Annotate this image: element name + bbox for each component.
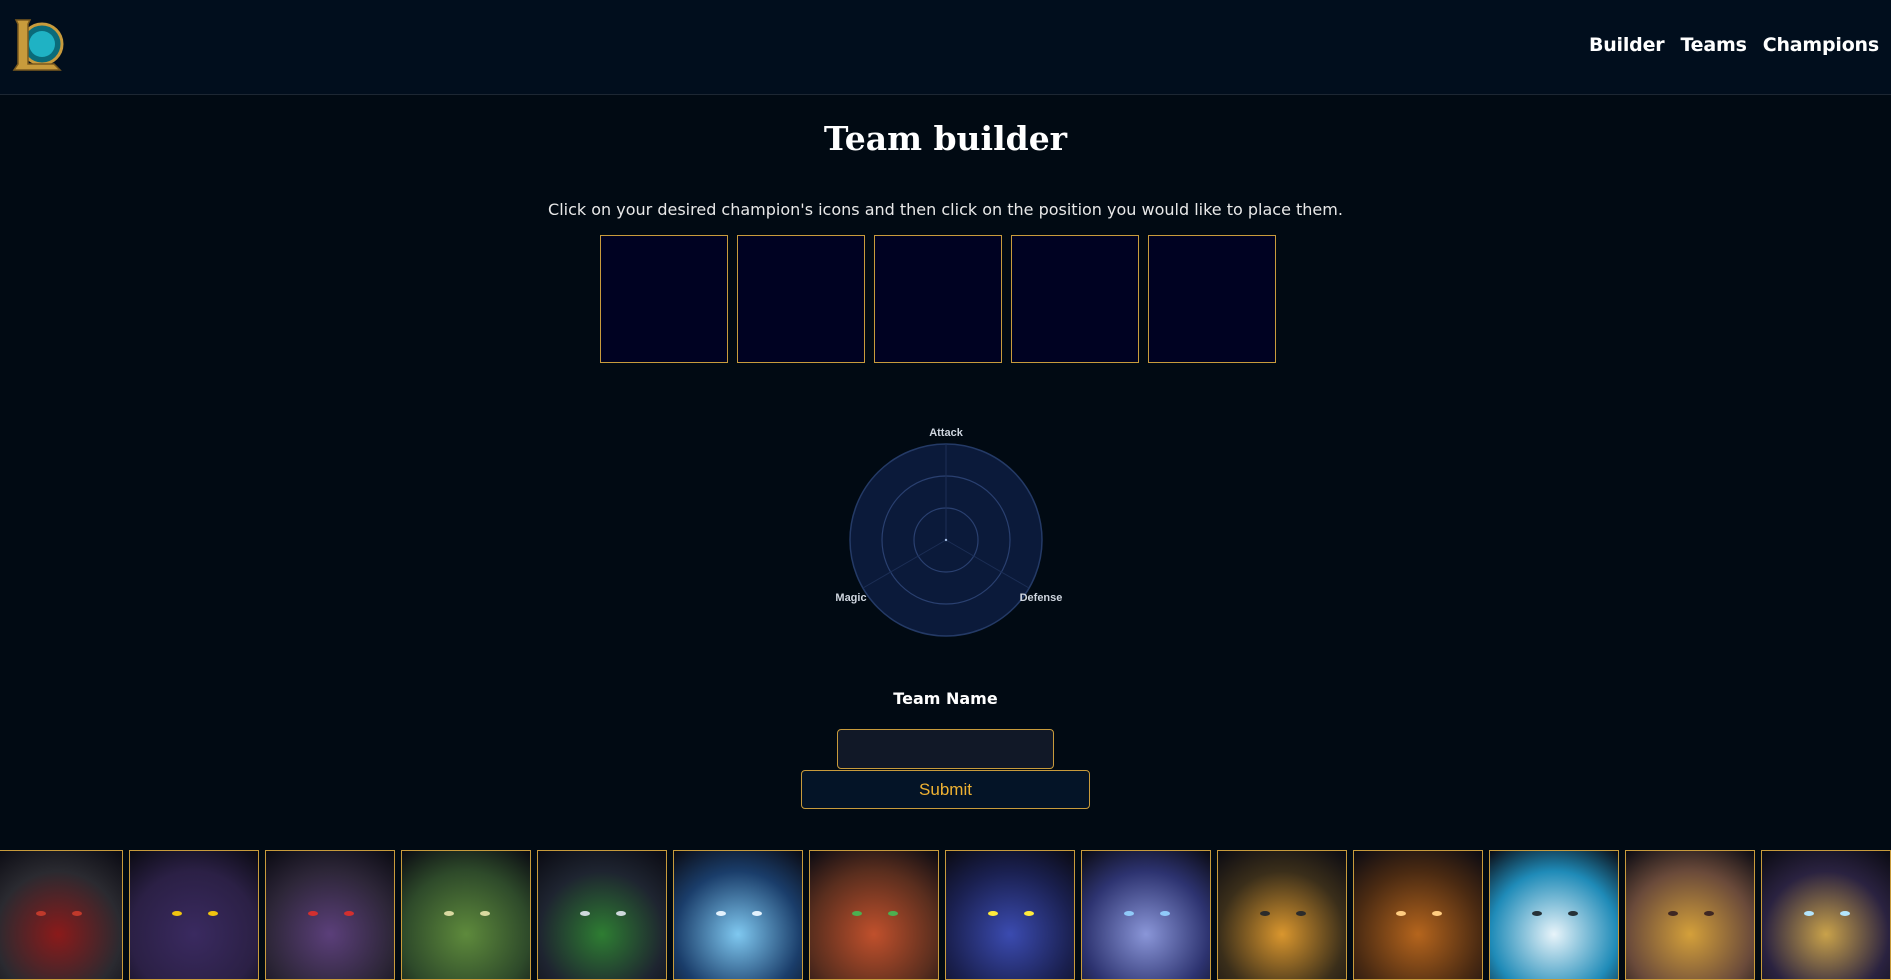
champion-eye [1396,911,1406,916]
champion-eye [1024,911,1034,916]
champion-ninja-icon[interactable] [537,850,667,980]
champion-portrait [1626,851,1754,979]
nav-teams-link[interactable]: Teams [1680,34,1746,56]
team-slot-2[interactable] [737,235,865,363]
champion-eye [480,911,490,916]
champion-cosmic-bear-icon[interactable] [945,850,1075,980]
champion-picker [0,850,1891,980]
champion-eye [1668,911,1678,916]
champion-eye [988,911,998,916]
champion-eye [444,911,454,916]
champion-portrait [674,851,802,979]
champion-mummy-icon[interactable] [401,850,531,980]
team-slot-5[interactable] [1148,235,1276,363]
champion-portrait [0,851,122,979]
champion-portrait [1354,851,1482,979]
champion-eye [888,911,898,916]
champion-portrait [946,851,1074,979]
team-slots [600,235,1276,363]
champion-portrait [1490,851,1618,979]
champion-eye [1124,911,1134,916]
champion-dark-warrior-icon[interactable] [0,850,123,980]
submit-button[interactable]: Submit [801,770,1090,809]
champion-eye [172,911,182,916]
team-slot-1[interactable] [600,235,728,363]
radar-label-attack: Attack [929,427,964,439]
champion-yordle-beast-icon[interactable] [265,850,395,980]
league-logo-icon[interactable] [8,14,66,76]
champion-eye [36,911,46,916]
team-stats-radar-chart: Attack Magic Defense [835,427,1063,637]
champion-portrait [1218,851,1346,979]
champion-eye [1840,911,1850,916]
team-slot-3[interactable] [874,235,1002,363]
champion-eye [1804,911,1814,916]
instructions-text: Click on your desired champion's icons a… [548,200,1343,219]
top-bar: Builder Teams Champions [0,0,1891,95]
champion-eye [1160,911,1170,916]
champion-eye [1704,911,1714,916]
page-title: Team builder [823,119,1068,158]
champion-fox-mage-icon[interactable] [129,850,259,980]
champion-eye [308,911,318,916]
champion-golden-knight-icon[interactable] [1625,850,1755,980]
main-nav: Builder Teams Champions [1589,34,1879,56]
champion-ice-drake-icon[interactable] [673,850,803,980]
champion-portrait [538,851,666,979]
champion-eye [1532,911,1542,916]
champion-eye [1260,911,1270,916]
champion-archer-icon[interactable] [1081,850,1211,980]
team-name-label: Team Name [893,689,998,708]
champion-portrait [266,851,394,979]
nav-builder-link[interactable]: Builder [1589,34,1665,56]
champion-eye [580,911,590,916]
nav-champions-link[interactable]: Champions [1763,34,1879,56]
champion-eye [1296,911,1306,916]
team-slot-4[interactable] [1011,235,1139,363]
champion-portrait [130,851,258,979]
champion-eye [716,911,726,916]
champion-walrus-icon[interactable] [1489,850,1619,980]
champion-eye [344,911,354,916]
champion-eye [208,911,218,916]
radar-label-defense: Defense [1020,592,1063,604]
champion-eye [72,911,82,916]
radar-label-magic: Magic [835,592,866,604]
champion-steam-golem-icon[interactable] [1761,850,1891,980]
team-name-input[interactable] [837,729,1054,769]
champion-eye [852,911,862,916]
champion-portrait [1082,851,1210,979]
champion-eye [1432,911,1442,916]
champion-eye [1568,911,1578,916]
champion-portrait [1762,851,1890,979]
champion-minotaur-icon[interactable] [1353,850,1483,980]
champion-eye [616,911,626,916]
champion-golden-robot-icon[interactable] [1217,850,1347,980]
champion-eye [752,911,762,916]
radar-data-point [944,538,948,542]
champion-portrait [810,851,938,979]
champion-portrait [402,851,530,979]
champion-red-haired-girl-icon[interactable] [809,850,939,980]
